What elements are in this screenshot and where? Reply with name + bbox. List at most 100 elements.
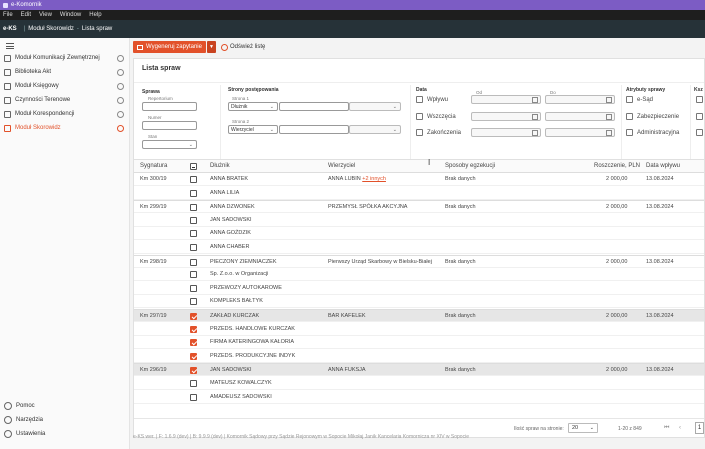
sidebar-item-1[interactable]: Moduł Komunikacji Zewnętrznej	[4, 52, 126, 64]
per-page-select[interactable]: 20 ⌄	[568, 423, 598, 433]
open-external-icon[interactable]	[117, 110, 124, 118]
refresh-list-button[interactable]: Odśwież listę	[220, 43, 265, 51]
more-creditors-link[interactable]: +2 innych	[362, 176, 386, 182]
row-checkbox[interactable]	[190, 380, 197, 387]
sidebar-item-2[interactable]: Biblioteka Akt	[4, 66, 126, 78]
sidebar-item-5[interactable]: Moduł Korespondencji	[4, 108, 126, 120]
strona2-search-select[interactable]: ⌄	[349, 125, 401, 134]
generate-query-button[interactable]: Wygeneruj zapytanie	[133, 41, 206, 53]
open-external-icon[interactable]	[117, 82, 124, 90]
sidebar-item-4[interactable]: Czynności Terenowe	[4, 94, 126, 106]
col-sposoby[interactable]: Sposoby egzekucji	[445, 163, 495, 169]
first-page-icon[interactable]: ⏮	[664, 425, 669, 432]
brand-label[interactable]: e-KS	[3, 26, 17, 32]
cell-sygnatura[interactable]: Km 299/19	[140, 204, 167, 210]
zakonczenie-from-date[interactable]	[471, 128, 541, 137]
table-row[interactable]: Km 299/19 ANNA DZWONEK PRZEMYSŁ SPÓŁKA AKC…	[134, 200, 704, 214]
breadcrumb-module[interactable]: Moduł Skorowidz	[28, 26, 74, 32]
table-row[interactable]: FIRMA KATERINGOWA KAŁORIA	[134, 336, 704, 350]
open-external-icon[interactable]	[117, 68, 124, 76]
wplyw-to-date[interactable]	[545, 95, 615, 104]
row-checkbox[interactable]	[190, 325, 197, 333]
row-checkbox[interactable]	[190, 244, 197, 251]
row-checkbox[interactable]	[190, 176, 197, 183]
cell-sygnatura[interactable]: Km 298/19	[140, 259, 167, 265]
cell-sygnatura[interactable]: Km 296/19	[140, 367, 167, 373]
table-row[interactable]: AMADEUSZ SADOWSKI	[134, 391, 704, 404]
row-checkbox[interactable]	[190, 258, 197, 266]
row-checkbox[interactable]	[190, 313, 197, 320]
table-row[interactable]: KOMPLEKS BAŁTYK	[134, 295, 704, 309]
table-row[interactable]: ANNA GOŹDZIK	[134, 227, 704, 241]
wszczecie-from-date[interactable]	[471, 112, 541, 121]
table-row[interactable]: Km 300/19 ANNA BRATEK ANNA LUBIN +2 innych…	[134, 173, 704, 186]
table-row[interactable]: PRZEDS. PRODUKCYJNE INDYK	[134, 350, 704, 363]
col-roszczenie[interactable]: Roszczenie, PLN	[594, 163, 640, 169]
table-row[interactable]: Km 296/19 JAN SADOWSKI ANNA FUKSJA Brak da…	[134, 363, 704, 377]
sidebar-bottom-item-1[interactable]: Pomoc	[4, 400, 114, 412]
current-page-button[interactable]: 1	[695, 422, 704, 434]
row-checkbox[interactable]	[190, 393, 197, 401]
row-checkbox[interactable]	[190, 230, 197, 238]
zakonczenie-to-date[interactable]	[545, 128, 615, 137]
menu-help[interactable]: Help	[89, 12, 101, 18]
row-checkbox[interactable]	[190, 352, 197, 360]
select-all-checkbox[interactable]	[190, 163, 197, 170]
extra-checkbox-2[interactable]	[696, 113, 703, 120]
table-row[interactable]: MATEUSZ KOWALCZYK	[134, 377, 704, 390]
sidebar-item-6[interactable]: Moduł Skorowidz	[4, 122, 126, 134]
open-external-icon[interactable]	[117, 124, 124, 132]
cell-sygnatura[interactable]: Km 297/19	[140, 313, 167, 319]
sidebar-bottom-item-3[interactable]: Ustawienia	[4, 428, 114, 440]
stan-select[interactable]: ⌄	[142, 140, 197, 149]
row-checkbox[interactable]	[190, 339, 197, 347]
row-checkbox[interactable]	[190, 367, 197, 375]
table-row[interactable]: Sp. Z.o.o. w Organizacji	[134, 268, 704, 282]
strona2-name-input[interactable]	[279, 125, 349, 134]
repertorium-input[interactable]	[142, 102, 197, 111]
table-row[interactable]: PRZEDS. HANDLOWE KURCZAK	[134, 323, 704, 336]
wplyw-from-date[interactable]	[471, 95, 541, 104]
strona1-role-select[interactable]: Dłużnik ⌄	[228, 102, 278, 111]
sidebar-bottom-item-2[interactable]: Narzędzia	[4, 414, 114, 426]
col-data-wplywu[interactable]: Data wpływu	[646, 163, 680, 169]
hamburger-menu-icon[interactable]	[6, 43, 14, 49]
strona2-role-select[interactable]: Wierzyciel ⌄	[228, 125, 278, 134]
table-row[interactable]: Km 298/19 PIECZONY ZIEMNIACZEK Pierwszy Ur…	[134, 254, 704, 268]
table-row[interactable]: PRZEWOZY AUTOKAROWE	[134, 282, 704, 295]
data-wplywu-checkbox[interactable]: Wpływu	[416, 96, 448, 103]
administracyjna-checkbox[interactable]: Administracyjna	[626, 129, 679, 136]
generate-query-dropdown[interactable]: ▼	[206, 41, 216, 53]
open-external-icon[interactable]	[117, 96, 124, 104]
extra-checkbox-3[interactable]	[696, 129, 703, 136]
prev-page-icon[interactable]: ‹	[679, 425, 681, 431]
menu-window[interactable]: Window	[60, 12, 81, 18]
extra-checkbox-1[interactable]	[696, 96, 703, 103]
menu-view[interactable]: View	[39, 12, 52, 18]
table-row[interactable]: Km 297/19 ZAKŁAD KURCZAK BAR KAFELEK Brak …	[134, 309, 704, 322]
menu-file[interactable]: File	[3, 12, 13, 18]
row-checkbox[interactable]	[190, 271, 197, 279]
row-checkbox[interactable]	[190, 189, 197, 197]
table-row[interactable]: ANNA LILIA	[134, 187, 704, 200]
wszczecie-to-date[interactable]	[545, 112, 615, 121]
strona1-name-input[interactable]	[279, 102, 349, 111]
sidebar-item-3[interactable]: Moduł Księgowy	[4, 80, 126, 92]
table-row[interactable]: ANNA CHABER	[134, 241, 704, 254]
col-sygnatura[interactable]: Sygnatura	[140, 163, 167, 169]
row-checkbox[interactable]	[190, 298, 197, 306]
cell-sygnatura[interactable]: Km 300/19	[140, 176, 167, 182]
col-dluznik[interactable]: Dłużnik	[210, 163, 230, 169]
data-zakonczenia-checkbox[interactable]: Zakończenia	[416, 129, 461, 136]
data-wszczecia-checkbox[interactable]: Wszczęcia	[416, 113, 456, 120]
row-checkbox[interactable]	[190, 284, 197, 292]
table-row[interactable]: JAN SADOWSKI	[134, 214, 704, 227]
zabezpieczenie-checkbox[interactable]: Zabezpieczenie	[626, 113, 679, 120]
menu-edit[interactable]: Edit	[21, 12, 31, 18]
row-checkbox[interactable]	[190, 204, 197, 212]
col-wierzyciel[interactable]: Wierzyciel	[328, 163, 355, 169]
open-external-icon[interactable]	[117, 54, 124, 62]
row-checkbox[interactable]	[190, 216, 197, 224]
esad-checkbox[interactable]: e-Sąd	[626, 96, 653, 103]
numer-input[interactable]	[142, 121, 197, 130]
